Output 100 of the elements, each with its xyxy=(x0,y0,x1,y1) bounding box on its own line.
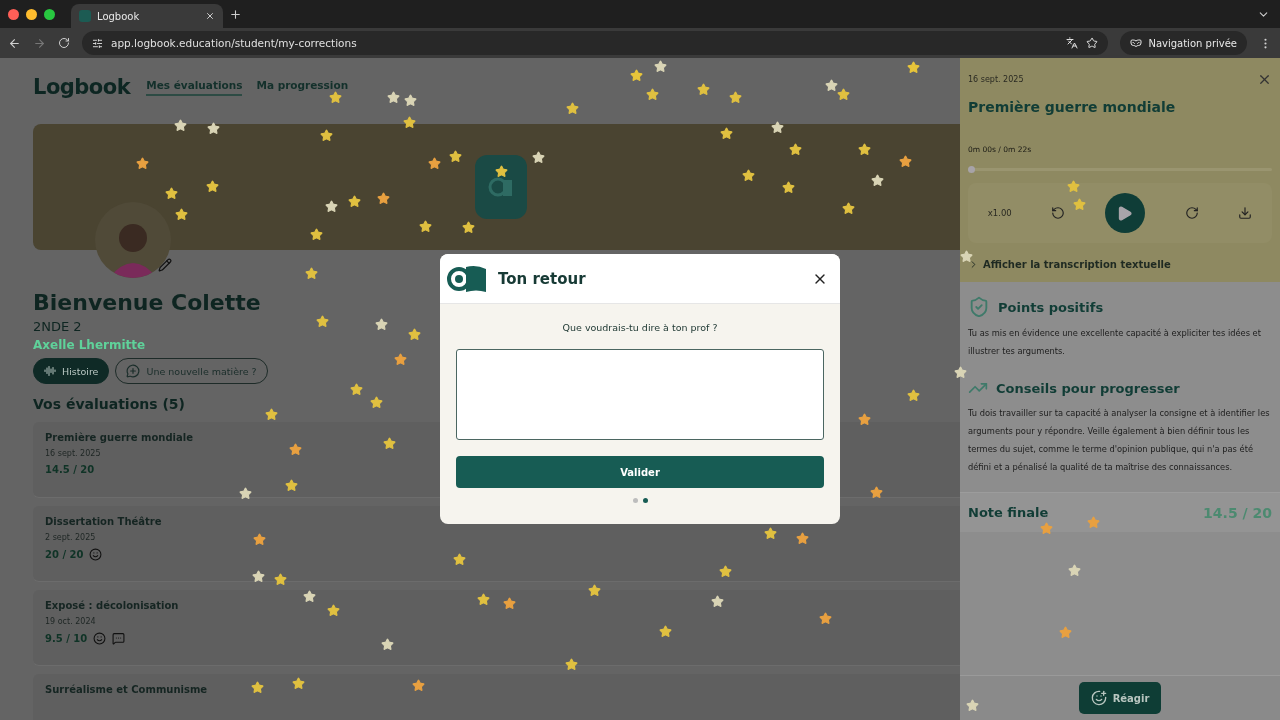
window-close-button[interactable] xyxy=(8,8,19,20)
confetti-star-icon xyxy=(858,413,871,426)
bookmark-star-icon[interactable] xyxy=(1086,37,1099,49)
private-mode-badge[interactable]: Navigation privée xyxy=(1120,31,1247,55)
forward-icon[interactable] xyxy=(33,36,46,50)
evaluation-title: Surréalisme et Communisme xyxy=(45,684,208,695)
browser-tab[interactable]: Logbook xyxy=(71,4,223,28)
confetti-star-icon xyxy=(1068,564,1081,577)
download-button[interactable] xyxy=(1238,206,1253,220)
confetti-star-icon xyxy=(239,487,252,500)
confetti-star-icon xyxy=(449,150,462,163)
confetti-star-icon xyxy=(789,143,802,156)
confetti-star-icon xyxy=(1059,626,1072,639)
nav-tab[interactable]: Ma progression xyxy=(256,78,349,96)
confetti-star-icon xyxy=(771,121,784,134)
evaluation-grade: 20 / 20 xyxy=(45,549,84,560)
confetti-star-icon xyxy=(265,408,278,421)
back-icon[interactable] xyxy=(8,36,21,50)
play-button[interactable] xyxy=(1104,193,1145,233)
confetti-star-icon xyxy=(419,220,432,233)
confetti-star-icon xyxy=(659,625,672,638)
confetti-star-icon xyxy=(251,681,264,694)
progress-thumb[interactable] xyxy=(968,166,975,173)
confetti-star-icon xyxy=(503,597,516,610)
address-bar[interactable]: app.logbook.education/student/my-corrections xyxy=(82,31,1109,55)
new-tab-icon[interactable] xyxy=(229,7,242,21)
window-minimize-button[interactable] xyxy=(26,8,37,20)
confetti-star-icon xyxy=(960,250,973,263)
translate-icon[interactable] xyxy=(1066,37,1079,49)
confetti-star-icon xyxy=(327,604,340,617)
confetti-star-icon xyxy=(837,88,850,101)
dialog-title: Ton retour xyxy=(498,269,587,288)
confetti-star-icon xyxy=(292,677,305,690)
evaluation-card[interactable]: Surréalisme et Communisme xyxy=(33,674,960,720)
confetti-star-icon xyxy=(782,181,795,194)
transcript-link[interactable]: Afficher la transcription textuelle xyxy=(968,259,1272,270)
submit-button[interactable]: Valider xyxy=(456,456,824,488)
logbook-logo[interactable]: Logbook xyxy=(33,75,131,99)
confetti-star-icon xyxy=(899,155,912,168)
final-grade-label: Note finale xyxy=(968,505,1049,520)
react-button[interactable]: Réagir xyxy=(1078,682,1162,714)
confetti-star-icon xyxy=(954,366,967,379)
forward-button[interactable] xyxy=(1184,206,1199,220)
confetti-star-icon xyxy=(842,202,855,215)
evaluation-card[interactable]: Exposé : décolonisation 19 oct. 2024 9.5 / 10 xyxy=(33,590,960,666)
feedback-text: Tu as mis en évidence une excellente capacité à expliciter tes idées et illustrer tes arguments. xyxy=(968,327,1262,358)
confetti-star-icon xyxy=(289,443,302,456)
logo-icon xyxy=(474,155,527,219)
confetti-star-icon xyxy=(377,192,390,205)
confetti-star-icon xyxy=(711,595,724,608)
private-label: Navigation privée xyxy=(1148,37,1237,49)
smiley-plus-icon xyxy=(1090,690,1107,706)
panel-date: 16 sept. 2025 xyxy=(968,75,1024,84)
confetti-star-icon xyxy=(348,195,361,208)
logo-icon xyxy=(446,263,488,294)
message-field[interactable] xyxy=(456,349,824,440)
confetti-star-icon xyxy=(207,122,220,135)
confetti-star-icon xyxy=(453,553,466,566)
welcome-heading: Bienvenue Colette xyxy=(33,290,261,315)
final-grade: 14.5 / 20 xyxy=(1203,504,1272,521)
window-zoom-button[interactable] xyxy=(44,8,55,20)
close-icon[interactable] xyxy=(205,11,215,21)
confetti-star-icon xyxy=(742,169,755,182)
confetti-star-icon xyxy=(566,102,579,115)
confetti-star-icon xyxy=(825,79,838,92)
rewind-button[interactable] xyxy=(1051,206,1066,220)
confetti-star-icon xyxy=(588,584,601,597)
site-settings-icon[interactable] xyxy=(92,37,103,49)
skip-forward-icon xyxy=(1184,206,1199,220)
confetti-star-icon xyxy=(381,638,394,651)
step-dot[interactable] xyxy=(642,498,648,503)
confetti-star-icon xyxy=(206,180,219,193)
subject-icon xyxy=(44,365,56,377)
confetti-star-icon xyxy=(375,318,388,331)
confetti-star-icon xyxy=(404,94,417,107)
confetti-star-icon xyxy=(630,69,643,82)
confetti-star-icon xyxy=(305,267,318,280)
confetti-star-icon xyxy=(871,174,884,187)
confetti-star-icon xyxy=(412,679,425,692)
class-name: 2NDE 2 xyxy=(33,319,82,334)
confetti-star-icon xyxy=(796,532,809,545)
confetti-star-icon xyxy=(1040,522,1053,535)
step-dot[interactable] xyxy=(632,498,638,503)
speed-button[interactable]: x1.00 xyxy=(987,208,1012,218)
confetti-star-icon xyxy=(387,91,400,104)
confetti-star-icon xyxy=(1073,198,1086,211)
evaluations-heading: Vos évaluations (5) xyxy=(33,396,185,412)
reload-icon[interactable] xyxy=(58,37,70,49)
subject-chip[interactable]: Histoire xyxy=(33,358,110,384)
nav-tab[interactable]: Mes évaluations xyxy=(146,78,243,96)
confetti-star-icon xyxy=(316,315,329,328)
confetti-star-icon xyxy=(325,200,338,213)
confetti-star-icon xyxy=(408,328,421,341)
confetti-star-icon xyxy=(532,151,545,164)
confetti-star-icon xyxy=(252,570,265,583)
evaluation-title: Dissertation Théâtre xyxy=(45,516,162,527)
edit-icon[interactable] xyxy=(158,258,172,272)
confetti-star-icon xyxy=(462,221,475,234)
chat-plus-icon xyxy=(126,364,141,378)
confetti-star-icon xyxy=(329,91,342,104)
